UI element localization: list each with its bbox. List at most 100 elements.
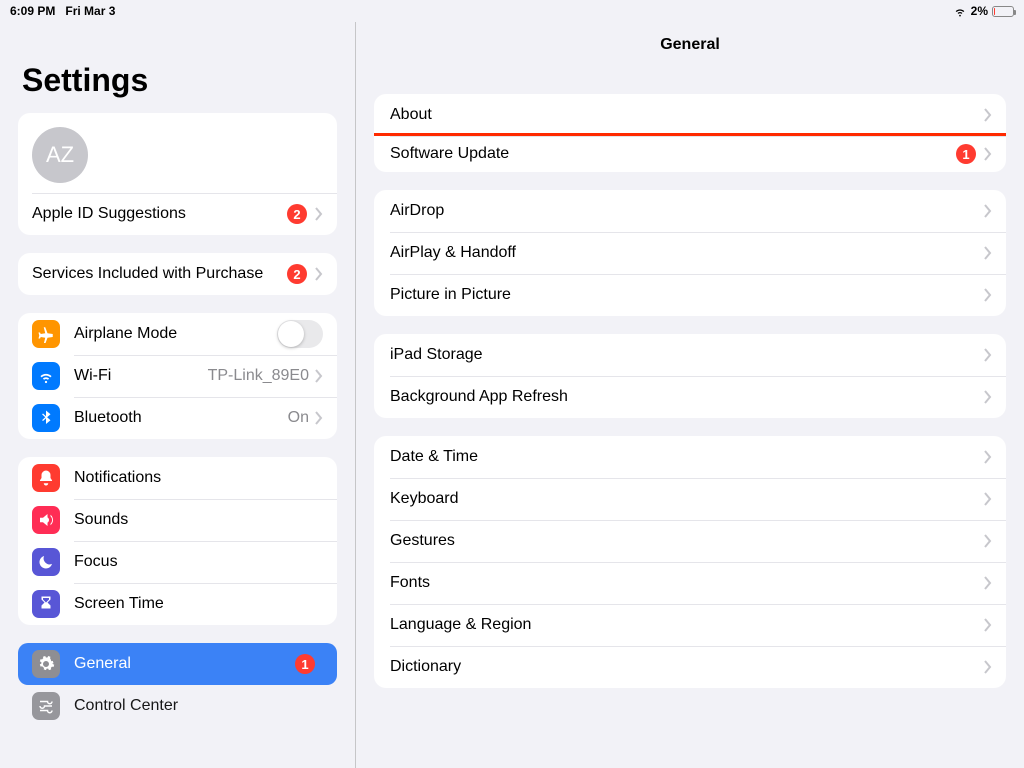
label: Services Included with Purchase: [32, 265, 287, 283]
language-region-row[interactable]: Language & Region: [374, 604, 1006, 646]
battery-percent: 2%: [971, 4, 988, 18]
input-group: Date & Time Keyboard Gestures Fonts Lang…: [374, 436, 1006, 688]
hourglass-icon: [32, 590, 60, 618]
chevron-right-icon: [315, 207, 323, 221]
sharing-group: AirDrop AirPlay & Handoff Picture in Pic…: [374, 190, 1006, 316]
bluetooth-row[interactable]: Bluetooth On: [18, 397, 337, 439]
general-detail: General About Software Update 1 AirDrop …: [356, 22, 1024, 768]
chevron-right-icon: [984, 246, 992, 260]
fonts-row[interactable]: Fonts: [374, 562, 1006, 604]
airdrop-row[interactable]: AirDrop: [374, 190, 1006, 232]
chevron-right-icon: [984, 147, 992, 161]
badge: 2: [287, 204, 307, 224]
ipad-storage-row[interactable]: iPad Storage: [374, 334, 1006, 376]
label: Fonts: [390, 574, 984, 592]
focus-row[interactable]: Focus: [18, 541, 337, 583]
label: Gestures: [390, 532, 984, 550]
chevron-right-icon: [984, 534, 992, 548]
background-app-refresh-row[interactable]: Background App Refresh: [374, 376, 1006, 418]
about-group: About Software Update 1: [374, 94, 1006, 172]
chevron-right-icon: [984, 450, 992, 464]
badge: 1: [956, 144, 976, 164]
label: AirPlay & Handoff: [390, 244, 984, 262]
label: Focus: [74, 553, 323, 571]
badge: 2: [287, 264, 307, 284]
airplane-mode-row[interactable]: Airplane Mode: [18, 313, 337, 355]
label: Screen Time: [74, 595, 323, 613]
avatar[interactable]: AZ: [32, 127, 88, 183]
services-included-row[interactable]: Services Included with Purchase 2: [18, 253, 337, 295]
switches-icon: [32, 692, 60, 720]
chevron-right-icon: [984, 204, 992, 218]
chevron-right-icon: [984, 348, 992, 362]
moon-icon: [32, 548, 60, 576]
apple-id-suggestions-row[interactable]: Apple ID Suggestions 2: [18, 193, 337, 235]
status-bar: 6:09 PM Fri Mar 3 2%: [0, 0, 1024, 22]
chevron-right-icon: [984, 390, 992, 404]
keyboard-row[interactable]: Keyboard: [374, 478, 1006, 520]
chevron-right-icon: [984, 618, 992, 632]
chevron-right-icon: [984, 660, 992, 674]
chevron-right-icon: [315, 411, 323, 425]
label: Sounds: [74, 511, 323, 529]
chevron-right-icon: [315, 369, 323, 383]
label: Date & Time: [390, 448, 984, 466]
wifi-icon: [32, 362, 60, 390]
settings-sidebar: Settings AZ Apple ID Suggestions 2 Servi…: [0, 22, 356, 768]
label: Apple ID Suggestions: [32, 205, 287, 223]
label: Control Center: [74, 697, 323, 715]
chevron-right-icon: [984, 492, 992, 506]
alerts-card: Notifications Sounds Focus Screen Time: [18, 457, 337, 625]
battery-icon: [992, 6, 1014, 17]
speaker-icon: [32, 506, 60, 534]
bluetooth-icon: [32, 404, 60, 432]
airplay-handoff-row[interactable]: AirPlay & Handoff: [374, 232, 1006, 274]
label: Language & Region: [390, 616, 984, 634]
wifi-icon: [953, 4, 967, 18]
detail-title: General: [374, 36, 1006, 54]
label: Background App Refresh: [390, 388, 984, 406]
bell-icon: [32, 464, 60, 492]
label: AirDrop: [390, 202, 984, 220]
notifications-row[interactable]: Notifications: [18, 457, 337, 499]
profile-card: AZ Apple ID Suggestions 2: [18, 113, 337, 235]
label: About: [390, 106, 984, 124]
label: Wi-Fi: [74, 367, 208, 385]
control-center-row[interactable]: Control Center: [18, 685, 337, 727]
label: Airplane Mode: [74, 325, 277, 343]
dictionary-row[interactable]: Dictionary: [374, 646, 1006, 688]
label: iPad Storage: [390, 346, 984, 364]
connectivity-card: Airplane Mode Wi-Fi TP-Link_89E0 Bluetoo…: [18, 313, 337, 439]
label: Bluetooth: [74, 409, 288, 427]
services-card: Services Included with Purchase 2: [18, 253, 337, 295]
software-update-row[interactable]: Software Update 1: [374, 133, 1006, 172]
gear-icon: [32, 650, 60, 678]
system-card: General 1 Control Center: [18, 643, 337, 727]
chevron-right-icon: [315, 267, 323, 281]
wifi-value: TP-Link_89E0: [208, 367, 309, 385]
status-date: Fri Mar 3: [65, 4, 115, 18]
label: Picture in Picture: [390, 286, 984, 304]
gestures-row[interactable]: Gestures: [374, 520, 1006, 562]
label: Software Update: [390, 145, 956, 163]
chevron-right-icon: [984, 576, 992, 590]
label: General: [74, 655, 295, 673]
badge: 1: [295, 654, 315, 674]
page-title: Settings: [22, 62, 337, 99]
screen-time-row[interactable]: Screen Time: [18, 583, 337, 625]
picture-in-picture-row[interactable]: Picture in Picture: [374, 274, 1006, 316]
date-time-row[interactable]: Date & Time: [374, 436, 1006, 478]
bluetooth-value: On: [288, 409, 309, 427]
storage-group: iPad Storage Background App Refresh: [374, 334, 1006, 418]
chevron-right-icon: [984, 288, 992, 302]
airplane-icon: [32, 320, 60, 348]
wifi-row[interactable]: Wi-Fi TP-Link_89E0: [18, 355, 337, 397]
about-row[interactable]: About: [374, 94, 1006, 136]
status-time: 6:09 PM: [10, 4, 55, 18]
label: Dictionary: [390, 658, 984, 676]
sounds-row[interactable]: Sounds: [18, 499, 337, 541]
label: Keyboard: [390, 490, 984, 508]
label: Notifications: [74, 469, 323, 487]
general-row[interactable]: General 1: [18, 643, 337, 685]
airplane-toggle[interactable]: [277, 320, 323, 348]
